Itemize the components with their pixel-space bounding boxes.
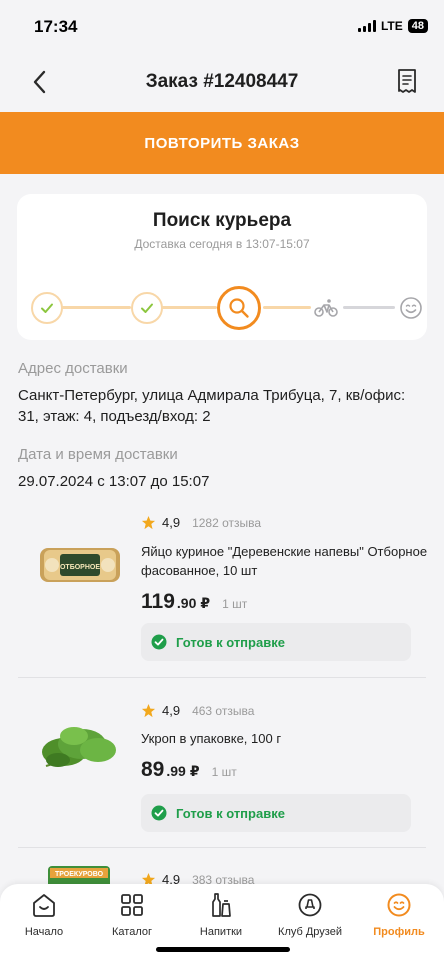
step-check-icon	[131, 292, 163, 324]
nav-item-drinks[interactable]: Напитки	[177, 892, 265, 938]
product-image-label: ТРОЕКУРОВО	[55, 871, 104, 878]
rating-row: 4,9 1282 отзыва	[141, 515, 261, 530]
nav-label: Профиль	[373, 926, 425, 938]
step-smile-icon	[399, 296, 423, 320]
reviews-count[interactable]: 1282 отзыва	[192, 516, 261, 530]
nav-label: Начало	[24, 926, 64, 938]
step-bicycle-icon	[313, 296, 339, 320]
product-image: ОТБОРНОЕ	[40, 548, 120, 582]
rating-value: 4,9	[162, 872, 181, 884]
currency: ₽	[200, 595, 211, 611]
order-status-title: Поиск курьера	[152, 210, 292, 231]
divider	[18, 847, 426, 848]
reviews-count[interactable]: 383 отзыва	[192, 873, 254, 885]
quantity: 1 шт	[211, 765, 237, 779]
repeat-order-button[interactable]: ПОВТОРИТЬ ЗАКАЗ	[0, 112, 444, 174]
price-cents: .90	[176, 595, 197, 611]
product-name[interactable]: Яйцо куриное "Деревенские напевы" Отборн…	[141, 542, 431, 580]
rating-value: 4,9	[162, 515, 181, 530]
receipt-icon[interactable]	[396, 68, 418, 94]
step-search-icon	[217, 286, 261, 330]
status-indicators: LTE 48	[357, 19, 428, 33]
home-icon	[33, 894, 55, 917]
product-image	[42, 727, 116, 767]
profile-icon	[387, 893, 411, 917]
product-card[interactable]: ОТБОРНОЕ 4,9 1282 отзыва Яйцо куриное "Д…	[0, 510, 444, 680]
nav-label: Каталог	[112, 926, 152, 938]
nav-item-club[interactable]: Клуб Друзей	[266, 892, 354, 938]
page-title: Заказ #12408447	[145, 71, 299, 92]
price-row: 119 .90 ₽ 1 шт	[141, 590, 247, 614]
check-circle-icon	[151, 634, 167, 650]
check-circle-icon	[151, 805, 167, 821]
price-main: 119	[141, 590, 175, 613]
product-card[interactable]: ТРОЕКУРОВО 4,9 383 отзыва	[0, 862, 444, 884]
ready-status-label: Готов к отправке	[176, 634, 285, 650]
progress-line	[161, 306, 217, 309]
currency: ₽	[189, 763, 200, 779]
star-icon	[141, 872, 156, 884]
status-bar: 17:34 LTE 48	[0, 0, 444, 52]
delivery-window-text: Доставка сегодня в 13:07-15:07	[134, 237, 310, 251]
product-image: ТРОЕКУРОВО	[48, 866, 110, 884]
progress-line	[343, 306, 395, 309]
nav-item-profile[interactable]: Профиль	[355, 892, 443, 938]
address-label: Адрес доставки	[18, 360, 128, 377]
star-icon	[141, 703, 156, 718]
price-cents: .99	[166, 763, 186, 779]
step-check-icon	[31, 292, 63, 324]
order-progress	[31, 286, 422, 330]
nav-label: Напитки	[199, 926, 243, 938]
grid-icon	[121, 894, 143, 916]
home-indicator	[156, 947, 290, 952]
divider	[18, 677, 426, 678]
club-icon	[298, 893, 322, 917]
ready-status-label: Готов к отправке	[176, 805, 285, 821]
address-value: Санкт-Петербург, улица Адмирала Трибуца,…	[18, 387, 406, 425]
nav-item-home[interactable]: Начало	[0, 892, 88, 938]
product-name[interactable]: Укроп в упаковке, 100 г	[141, 729, 431, 748]
star-icon	[141, 515, 156, 530]
rating-row: 4,9 463 отзыва	[141, 703, 254, 718]
rating-row: 4,9 383 отзыва	[141, 872, 254, 884]
ready-status-badge: Готов к отправке	[141, 623, 411, 661]
quantity: 1 шт	[222, 597, 248, 611]
datetime-value: 29.07.2024 с 13:07 до 15:07	[18, 473, 210, 490]
product-card[interactable]: 4,9 463 отзыва Укроп в упаковке, 100 г 8…	[0, 698, 444, 848]
progress-line	[263, 306, 311, 309]
price-main: 89	[141, 758, 165, 781]
nav-item-catalog[interactable]: Каталог	[88, 892, 176, 938]
bottles-icon	[212, 893, 231, 917]
signal-icon	[357, 20, 376, 32]
progress-line	[61, 306, 131, 309]
product-image-label: ОТБОРНОЕ	[60, 564, 100, 571]
nav-label: Клуб Друзей	[278, 926, 342, 938]
network-type: LTE	[380, 19, 403, 33]
header: Заказ #12408447	[0, 52, 444, 112]
reviews-count[interactable]: 463 отзыва	[192, 704, 254, 718]
ready-status-badge: Готов к отправке	[141, 794, 411, 832]
rating-value: 4,9	[162, 703, 181, 718]
battery-icon: 48	[407, 19, 428, 33]
price-row: 89 .99 ₽ 1 шт	[141, 758, 237, 782]
order-status-card: Поиск курьера Доставка сегодня в 13:07-1…	[17, 194, 427, 340]
datetime-label: Дата и время доставки	[18, 446, 178, 463]
status-time: 17:34	[34, 17, 78, 36]
